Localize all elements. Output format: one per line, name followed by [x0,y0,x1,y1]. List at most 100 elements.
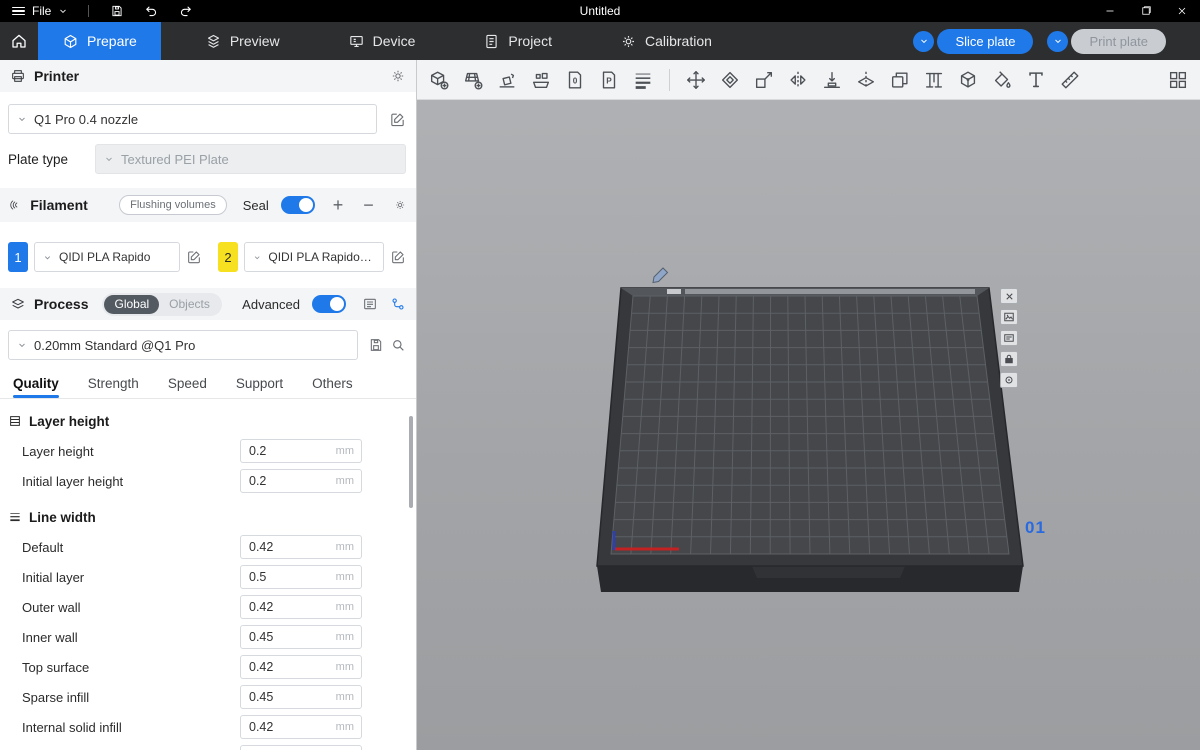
filament-2-dropdown[interactable]: QIDI PLA Rapido M... [244,242,384,272]
edit-plate-name-icon[interactable] [653,268,668,283]
plate-type-dropdown[interactable]: Textured PEI Plate [95,144,406,174]
seal-toggle[interactable] [281,196,315,214]
edit-filament-2-icon[interactable] [390,249,406,265]
flushing-volumes-button[interactable]: Flushing volumes [119,195,227,215]
arrange-button[interactable] [527,66,555,94]
print-plate-button[interactable]: Print plate [1071,29,1166,54]
param-input[interactable] [240,745,362,750]
tab-device[interactable]: Device [324,22,440,60]
plate-image-button[interactable] [1000,309,1018,325]
filament-1-dropdown[interactable]: QIDI PLA Rapido [34,242,180,272]
color-paint-button[interactable] [988,66,1016,94]
param-value-input[interactable] [241,540,319,554]
add-plate-button[interactable] [459,66,487,94]
support-paint-button[interactable] [920,66,948,94]
split-to-parts-button[interactable]: P [595,66,623,94]
seam-paint-button[interactable] [954,66,982,94]
tab-project[interactable]: Project [459,22,576,60]
filament-slot-1-color[interactable]: 1 [8,242,28,272]
internal-solid-infill-line-width-input[interactable]: mm [240,715,362,739]
save-preset-icon[interactable] [368,337,384,353]
tab-speed[interactable]: Speed [168,368,207,398]
cut-button[interactable] [852,66,880,94]
tab-others[interactable]: Others [312,368,353,398]
add-object-button[interactable] [425,66,453,94]
process-header-label: Process [34,296,88,312]
layer-height-input[interactable]: mm [240,439,362,463]
process-preset-dropdown[interactable]: 0.20mm Standard @Q1 Pro [8,330,358,360]
measure-icon [1059,69,1081,91]
plate-settings-button[interactable] [1000,372,1018,388]
advanced-toggle[interactable] [312,295,346,313]
param-unit: mm [336,475,361,487]
tab-strength[interactable]: Strength [88,368,139,398]
tab-preview[interactable]: Preview [181,22,304,60]
mirror-button[interactable] [784,66,812,94]
sparse-infill-line-width-input[interactable]: mm [240,685,362,709]
slice-options-button[interactable] [913,31,934,52]
tab-prepare[interactable]: Prepare [38,22,161,60]
setting-list-icon[interactable] [362,296,378,312]
print-options-button[interactable] [1047,31,1068,52]
tab-support[interactable]: Support [236,368,283,398]
chevron-down-icon [1053,36,1063,46]
rotate-button[interactable] [716,66,744,94]
outer-wall-line-width-input[interactable]: mm [240,595,362,619]
settings-list: Layer height Layer height mm Initial lay… [0,404,416,750]
printer-settings-gear-icon[interactable] [390,68,406,84]
scope-global-button[interactable]: Global [104,295,159,314]
param-value-input[interactable] [241,600,319,614]
move-button[interactable] [682,66,710,94]
filament-settings-gear-icon[interactable] [394,197,406,213]
initial-layer-height-input[interactable]: mm [240,469,362,493]
close-button[interactable] [1164,0,1200,22]
home-button[interactable] [0,22,38,60]
filament-slot-2-color[interactable]: 2 [218,242,238,272]
scale-button[interactable] [750,66,778,94]
param-value-input[interactable] [241,630,319,644]
scope-objects-button[interactable]: Objects [159,295,220,314]
param-value-input[interactable] [241,444,319,458]
search-settings-icon[interactable] [390,337,406,353]
lay-flat-button[interactable] [818,66,846,94]
build-plate[interactable] [557,220,1077,640]
delete-plate-button[interactable] [1000,288,1018,304]
undo-button[interactable] [139,0,163,22]
param-value-input[interactable] [241,720,319,734]
slice-plate-button[interactable]: Slice plate [937,29,1033,54]
top-surface-line-width-input[interactable]: mm [240,655,362,679]
remove-filament-button[interactable]: − [363,195,374,216]
save-button[interactable] [105,0,129,22]
file-menu-button[interactable]: File [8,0,72,22]
param-value-input[interactable] [241,474,319,488]
variable-layer-height-button[interactable] [629,66,657,94]
initial-layer-line-width-input[interactable]: mm [240,565,362,589]
minimize-button[interactable] [1092,0,1128,22]
default-line-width-input[interactable]: mm [240,535,362,559]
split-to-objects-button[interactable]: 0 [561,66,589,94]
add-filament-button[interactable]: + [333,195,344,216]
param-value-input[interactable] [241,660,319,674]
compare-presets-icon[interactable] [390,296,406,312]
auto-orient-button[interactable] [493,66,521,94]
plate-name-button[interactable] [1000,330,1018,346]
settings-scrollbar[interactable] [409,416,413,508]
param-value-input[interactable] [241,570,319,584]
edit-filament-1-icon[interactable] [186,249,202,265]
clone-button[interactable] [886,66,914,94]
printer-preset-dropdown[interactable]: Q1 Pro 0.4 nozzle [8,104,377,134]
param-unit: mm [336,721,361,733]
lock-plate-button[interactable] [1000,351,1018,367]
tab-quality[interactable]: Quality [13,368,59,398]
edit-printer-icon[interactable] [389,111,406,128]
group-title: Layer height [29,414,109,429]
assembly-view-button[interactable] [1164,66,1192,94]
param-value-input[interactable] [241,690,319,704]
inner-wall-line-width-input[interactable]: mm [240,625,362,649]
viewport-3d[interactable]: 0 P [417,60,1200,750]
redo-button[interactable] [173,0,197,22]
tab-calibration[interactable]: Calibration [596,22,736,60]
maximize-button[interactable] [1128,0,1164,22]
text-tool-button[interactable] [1022,66,1050,94]
measure-button[interactable] [1056,66,1084,94]
